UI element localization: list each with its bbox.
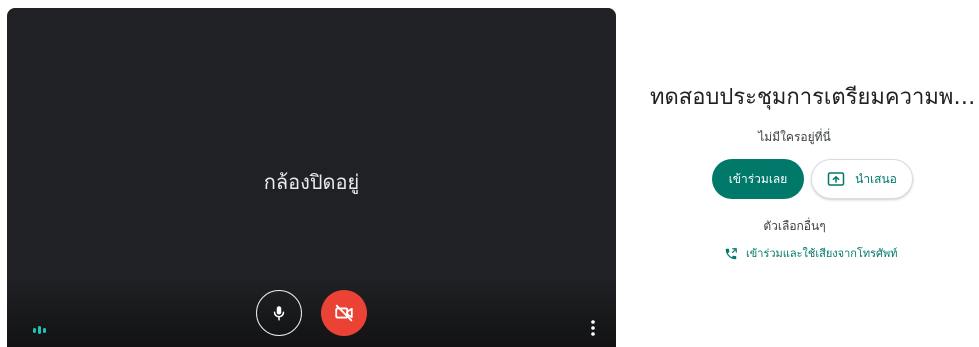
audio-level-icon [33, 326, 46, 334]
meeting-title: ทดสอบประชุมการเตรียมความพร้... [650, 85, 979, 110]
present-label: นำเสนอ [855, 171, 897, 186]
join-now-button[interactable]: เข้าร่วมเลย [712, 159, 804, 199]
camera-off-icon [335, 304, 353, 322]
other-options-heading: ตัวเลือกอื่นๆ [763, 219, 826, 233]
present-button[interactable]: นำเสนอ [811, 159, 913, 199]
more-options-button[interactable] [583, 316, 603, 340]
join-now-label: เข้าร่วมเลย [728, 171, 788, 186]
join-with-phone-link[interactable]: เข้าร่วมและใช้เสียงจากโทรศัพท์ [724, 246, 898, 262]
more-vert-icon [591, 320, 595, 336]
participants-status: ไม่มีใครอยู่ที่นี่ [758, 130, 831, 144]
join-with-phone-label: เข้าร่วมและใช้เสียงจากโทรศัพท์ [746, 247, 898, 260]
video-preview: กล้องปิดอยู่ [7, 8, 616, 347]
present-screen-icon [827, 172, 845, 186]
camera-off-message: กล้องปิดอยู่ [263, 170, 360, 194]
preview-bottom-shade [7, 277, 616, 347]
phone-forward-icon [725, 248, 737, 260]
microphone-icon [273, 306, 285, 321]
join-panel: ทดสอบประชุมการเตรียมความพร้... ไม่มีใครอ… [624, 0, 979, 347]
microphone-toggle-button[interactable] [256, 290, 302, 336]
camera-toggle-button[interactable] [321, 290, 367, 336]
